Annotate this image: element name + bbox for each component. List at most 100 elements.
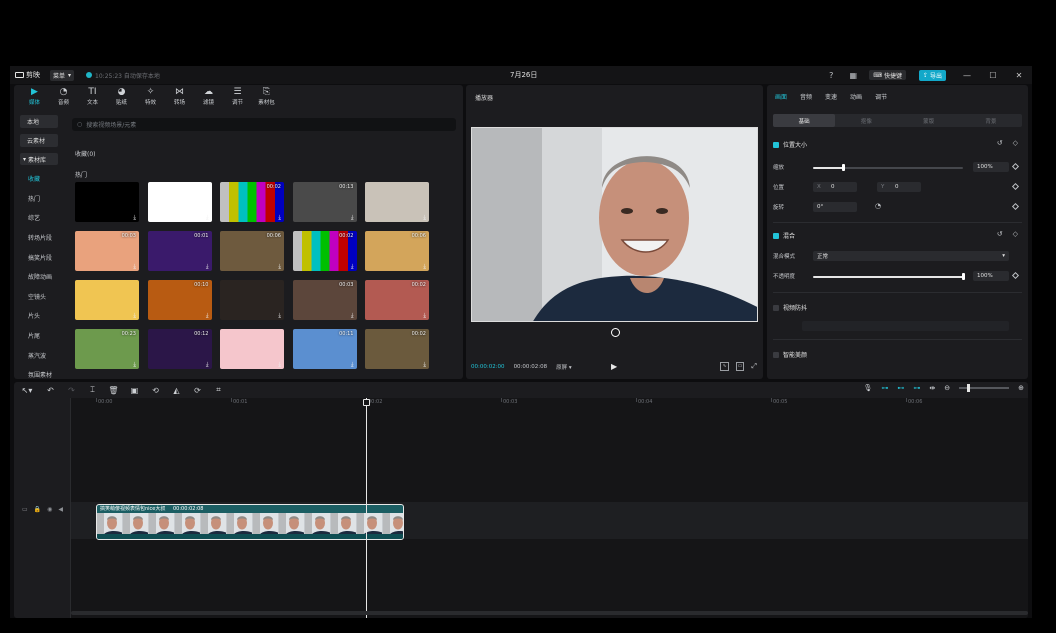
link-main-track-icon[interactable]: ⊶: [881, 384, 888, 392]
media-thumbnail[interactable]: 00:03 ⤓: [75, 231, 139, 271]
checkbox-unchecked-icon[interactable]: [773, 304, 779, 311]
cover-toggle-icon[interactable]: ▭: [22, 506, 28, 513]
download-icon[interactable]: ⤓: [351, 263, 354, 270]
mirror-icon[interactable]: ◭: [166, 386, 187, 395]
media-thumbnail[interactable]: 00:01 ⤓: [147, 231, 212, 271]
sidebar-item[interactable]: 空镜头: [14, 287, 64, 307]
scale-slider-knob[interactable]: [841, 164, 845, 171]
opacity-value-field[interactable]: 100%: [973, 271, 1009, 281]
preview-axis-icon[interactable]: ⇹: [929, 384, 935, 392]
microphone-icon[interactable]: 🎙: [863, 384, 872, 392]
media-thumbnail[interactable]: ⤓: [220, 280, 284, 320]
maximize-icon[interactable]: ☐: [980, 66, 1006, 84]
blend-section[interactable]: 混合: [773, 231, 795, 240]
sidebar-item[interactable]: 收藏: [14, 169, 64, 189]
linkage-icon[interactable]: ⊶: [913, 384, 920, 392]
sidebar-item[interactable]: 转场片段: [14, 228, 64, 248]
menu-button[interactable]: 菜单 ▾: [50, 69, 75, 81]
media-thumbnail[interactable]: ⤓: [220, 329, 284, 369]
media-tab-6[interactable]: ☁ 滤镜: [194, 85, 223, 108]
waveform-icon[interactable]: ∿: [720, 362, 729, 371]
undo-icon[interactable]: ↶: [40, 386, 61, 395]
properties-subtab[interactable]: 背景: [960, 114, 1022, 127]
shortcut-button[interactable]: ⌨ 快捷键: [869, 70, 906, 80]
properties-subtab[interactable]: 基础: [773, 114, 836, 127]
reverse-icon[interactable]: ⟲: [145, 386, 166, 395]
media-tab-1[interactable]: ◔ 音频: [49, 85, 78, 108]
media-thumbnail[interactable]: ⤓: [365, 182, 429, 222]
media-thumbnail[interactable]: 00:02 ⤓: [220, 182, 284, 222]
position-size-section[interactable]: 位置大小: [773, 140, 807, 149]
download-icon[interactable]: ⤓: [206, 214, 209, 221]
redo-icon[interactable]: ↷: [61, 386, 82, 395]
zoom-slider-knob[interactable]: [967, 384, 971, 392]
download-icon[interactable]: ⤓: [133, 263, 136, 270]
media-tab-3[interactable]: ◕ 贴纸: [107, 85, 136, 108]
crop-icon[interactable]: ⌗: [208, 385, 229, 395]
rotate-field[interactable]: 0°: [813, 202, 857, 212]
sidebar-item[interactable]: 搞笑片段: [14, 247, 64, 267]
scale-value-field[interactable]: 100%: [973, 162, 1009, 172]
download-icon[interactable]: ⤓: [423, 312, 426, 319]
lock-icon[interactable]: 🔒: [34, 506, 41, 513]
blend-mode-select[interactable]: 正常 ▾: [813, 251, 1009, 261]
properties-tab[interactable]: 调节: [875, 92, 887, 101]
download-icon[interactable]: ⤓: [206, 263, 209, 270]
download-icon[interactable]: ⤓: [278, 214, 281, 221]
reset-icon[interactable]: ↺: [997, 230, 1003, 238]
rotate-icon[interactable]: ⟳: [187, 386, 208, 395]
media-thumbnail[interactable]: 00:11 ⤓: [292, 329, 357, 369]
media-thumbnail[interactable]: 00:23 ⤓: [75, 329, 139, 369]
media-thumbnail[interactable]: 00:13 ⤓: [292, 182, 357, 222]
media-thumbnail[interactable]: 00:02 ⤓: [292, 231, 357, 271]
keyframe-icon[interactable]: ◇: [1013, 139, 1018, 147]
download-icon[interactable]: ⤓: [278, 361, 281, 368]
playhead-handle[interactable]: [363, 399, 370, 406]
reset-icon[interactable]: ↺: [997, 139, 1003, 147]
stabilize-section[interactable]: 视频防抖: [773, 303, 807, 312]
sidebar-item[interactable]: 片尾: [14, 326, 64, 346]
properties-subtab[interactable]: 抠像: [835, 114, 897, 127]
download-icon[interactable]: ⤓: [206, 312, 209, 319]
zoom-in-icon[interactable]: ⊕: [1018, 384, 1024, 392]
sidebar-local[interactable]: 本地: [20, 115, 58, 128]
opacity-slider[interactable]: [813, 276, 963, 278]
media-thumbnail[interactable]: ⤓: [75, 280, 139, 320]
checkbox-unchecked-icon[interactable]: [773, 351, 779, 358]
export-button[interactable]: ⇪ 导出: [918, 69, 946, 81]
media-tab-0[interactable]: ▶ 媒体: [20, 85, 49, 108]
media-tab-5[interactable]: ⋈ 转场: [165, 85, 194, 108]
video-clip[interactable]: 搞笑萌傻视频表情包nice大叔 00:00:02:08: [96, 504, 404, 540]
media-thumbnail[interactable]: 00:10 ⤓: [147, 280, 212, 320]
download-icon[interactable]: ⤓: [351, 214, 354, 221]
x-field[interactable]: X 0: [813, 182, 857, 192]
split-icon[interactable]: ⌶: [82, 385, 103, 395]
sidebar-item[interactable]: 故障动画: [14, 267, 64, 287]
media-tab-8[interactable]: ⎘ 素材包: [252, 85, 281, 108]
freeze-icon[interactable]: ▣: [124, 386, 145, 395]
media-tab-7[interactable]: ☰ 调节: [223, 85, 252, 108]
select-tool-icon[interactable]: ↖▾: [14, 386, 40, 395]
sidebar-library[interactable]: ▾ 素材库: [20, 153, 58, 165]
media-thumbnail[interactable]: ⤓: [147, 182, 212, 222]
sidebar-item[interactable]: 氛围素材: [14, 365, 64, 379]
download-icon[interactable]: ⤓: [351, 361, 354, 368]
download-icon[interactable]: ⤓: [133, 214, 136, 221]
media-thumbnail[interactable]: 00:12 ⤓: [147, 329, 212, 369]
eye-icon[interactable]: ◉: [47, 506, 52, 513]
media-thumbnail[interactable]: 00:02 ⤓: [365, 280, 429, 320]
help-icon[interactable]: ?: [826, 70, 836, 80]
rotate-dial-icon[interactable]: ◔: [875, 202, 881, 210]
delete-icon[interactable]: 🗑: [103, 386, 124, 395]
download-icon[interactable]: ⤓: [351, 312, 354, 319]
auto-snap-icon[interactable]: ⊷: [897, 384, 904, 392]
download-icon[interactable]: ⤓: [206, 361, 209, 368]
beauty-section[interactable]: 智能美颜: [773, 350, 807, 359]
download-icon[interactable]: ⤓: [423, 214, 426, 221]
sidebar-item[interactable]: 片头: [14, 306, 64, 326]
minimize-icon[interactable]: —: [954, 66, 980, 84]
y-field[interactable]: Y 0: [877, 182, 921, 192]
video-preview[interactable]: [471, 127, 758, 322]
checkbox-checked-icon[interactable]: [773, 141, 779, 148]
playhead[interactable]: [363, 398, 370, 618]
